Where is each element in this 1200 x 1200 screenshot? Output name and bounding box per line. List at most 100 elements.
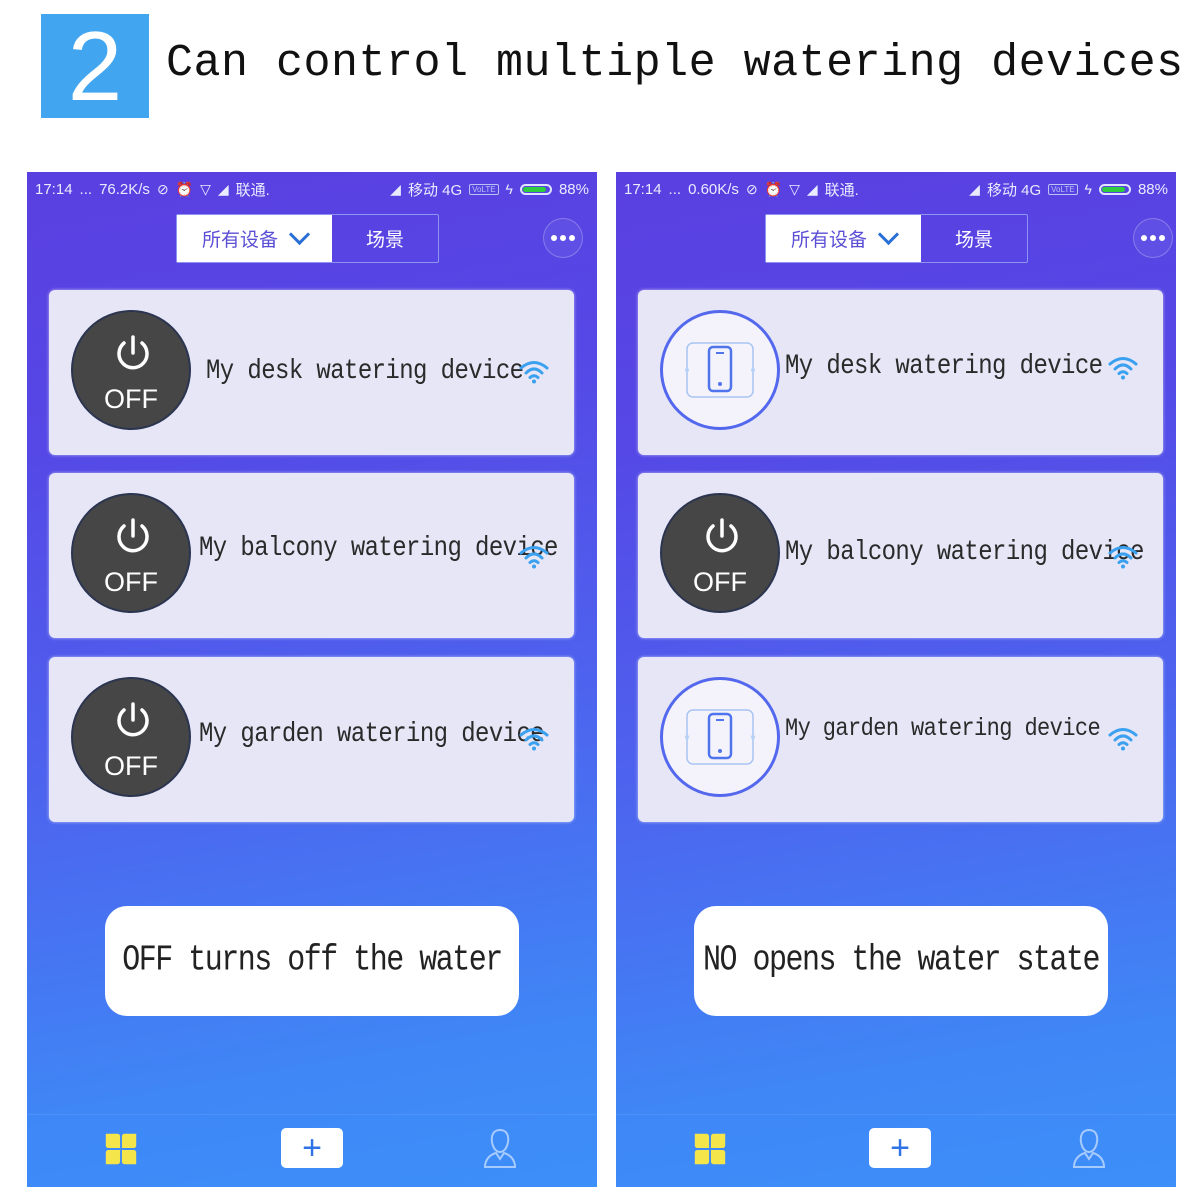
device-card-3[interactable]: OFF My garden watering device: [49, 657, 574, 822]
device-scene-switch: 所有设备 场景: [176, 214, 439, 263]
status-dots: ...: [668, 180, 682, 198]
power-off-button[interactable]: OFF: [71, 493, 191, 613]
plus-icon: +: [890, 1129, 910, 1167]
status-bar: 17:14 ... 76.2K/s ⊘ ⏰ ▽ ◢ 联通. ◢ 移动 4G Vo…: [27, 172, 597, 206]
more-dot: [1141, 235, 1147, 241]
signal-icon-2: ◢: [969, 180, 980, 197]
carrier-2: 移动 4G: [986, 181, 1042, 199]
device-name: My balcony watering device: [199, 532, 558, 565]
tab-all-devices-label: 所有设备: [790, 230, 867, 251]
page-title: Can control multiple watering devices: [166, 38, 1184, 89]
device-card-2[interactable]: OFF My balcony watering device: [638, 473, 1163, 638]
battery-percent: 88%: [558, 180, 589, 198]
sync-off-icon: ⊘: [745, 180, 758, 197]
charging-icon: ϟ: [505, 181, 513, 197]
device-card-2[interactable]: OFF My balcony watering device: [49, 473, 574, 638]
more-dot: [569, 235, 575, 241]
device-name: My desk watering device: [206, 355, 524, 388]
power-icon: [117, 335, 149, 370]
wifi-icon: [519, 361, 549, 384]
charging-icon: ϟ: [1084, 181, 1092, 197]
device-card-3[interactable]: My garden watering device: [638, 657, 1163, 822]
volte-badge: VoLTE: [469, 183, 499, 195]
status-dots: ...: [79, 180, 93, 198]
tab-all-devices[interactable]: 所有设备: [766, 215, 921, 262]
battery-icon: [1098, 183, 1131, 195]
power-off-button[interactable]: OFF: [660, 493, 780, 613]
caption-text: NO opens the water state: [702, 940, 1101, 982]
wifi-icon: [1108, 357, 1138, 380]
off-label: OFF: [104, 384, 158, 414]
alarm-icon: ⏰: [764, 180, 783, 197]
wifi-status-icon: ▽: [200, 180, 211, 197]
add-device-button[interactable]: +: [281, 1128, 343, 1168]
device-name: My balcony watering device: [785, 536, 1144, 569]
off-label: OFF: [693, 567, 747, 597]
off-label: OFF: [104, 567, 158, 597]
alarm-icon: ⏰: [175, 180, 194, 197]
signal-icon-1: ◢: [217, 180, 229, 197]
tab-scenes-label: 场景: [365, 230, 404, 251]
phone-screen-2: 17:14 ... 0.60K/s ⊘ ⏰ ▽ ◢ 联通. ◢ 移动 4G Vo…: [616, 172, 1176, 1187]
wifi-status-icon: ▽: [789, 180, 800, 197]
tab-scenes[interactable]: 场景: [332, 215, 438, 262]
device-card-1[interactable]: My desk watering device: [638, 290, 1163, 455]
more-dot: [551, 235, 557, 241]
power-off-button[interactable]: OFF: [71, 310, 191, 430]
status-bar: 17:14 ... 0.60K/s ⊘ ⏰ ▽ ◢ 联通. ◢ 移动 4G Vo…: [616, 172, 1176, 206]
home-icon[interactable]: [691, 1130, 729, 1168]
wifi-icon: [519, 728, 549, 751]
chevron-down-icon: [288, 223, 311, 246]
tab-scenes-label: 场景: [954, 230, 993, 251]
battery-icon: [519, 183, 552, 195]
profile-icon[interactable]: [1071, 1127, 1107, 1169]
battery-fill: [522, 186, 546, 192]
bottom-tab-bar: +: [27, 1114, 597, 1187]
more-dot: [560, 235, 566, 241]
step-badge: 2: [41, 14, 149, 118]
wifi-icon: [1108, 546, 1138, 569]
more-dot: [1150, 235, 1156, 241]
caption-box: NO opens the water state: [694, 906, 1108, 1016]
device-card-1[interactable]: OFF My desk watering device: [49, 290, 574, 455]
more-dot: [1159, 235, 1165, 241]
phone-device-icon: [685, 342, 755, 398]
device-on-button[interactable]: [660, 677, 780, 797]
battery-fill: [1101, 186, 1125, 192]
wifi-icon: [519, 546, 549, 569]
plus-icon: +: [302, 1129, 322, 1167]
add-device-button[interactable]: +: [869, 1128, 931, 1168]
caption-text: OFF turns off the water: [122, 940, 503, 982]
signal-icon-1: ◢: [806, 180, 818, 197]
off-label: OFF: [104, 751, 158, 781]
chevron-down-icon: [877, 223, 900, 246]
signal-icon-2: ◢: [390, 180, 401, 197]
power-off-button[interactable]: OFF: [71, 677, 191, 797]
carrier-1: 联通.: [235, 181, 270, 199]
wifi-icon: [1108, 728, 1138, 751]
power-icon: [117, 518, 149, 553]
tab-all-devices[interactable]: 所有设备: [177, 215, 332, 262]
device-name: My desk watering device: [785, 350, 1103, 383]
carrier-1: 联通.: [824, 181, 859, 199]
status-time: 17:14: [35, 180, 73, 198]
profile-icon[interactable]: [482, 1127, 518, 1169]
carrier-2: 移动 4G: [407, 181, 463, 199]
device-name: My garden watering device: [785, 714, 1101, 743]
sync-off-icon: ⊘: [156, 180, 169, 197]
more-options-button[interactable]: [543, 218, 583, 258]
volte-badge: VoLTE: [1048, 183, 1078, 195]
power-icon: [706, 518, 738, 553]
battery-percent: 88%: [1137, 180, 1168, 198]
tab-scenes[interactable]: 场景: [921, 215, 1027, 262]
tab-all-devices-label: 所有设备: [201, 230, 278, 251]
phone-device-icon: [685, 709, 755, 765]
home-icon[interactable]: [102, 1130, 140, 1168]
device-on-button[interactable]: [660, 310, 780, 430]
caption-box: OFF turns off the water: [105, 906, 519, 1016]
more-options-button[interactable]: [1133, 218, 1173, 258]
device-scene-switch: 所有设备 场景: [765, 214, 1028, 263]
bottom-tab-bar: +: [616, 1114, 1176, 1187]
device-name: My garden watering device: [199, 718, 545, 751]
phone-screen-1: 17:14 ... 76.2K/s ⊘ ⏰ ▽ ◢ 联通. ◢ 移动 4G Vo…: [27, 172, 597, 1187]
